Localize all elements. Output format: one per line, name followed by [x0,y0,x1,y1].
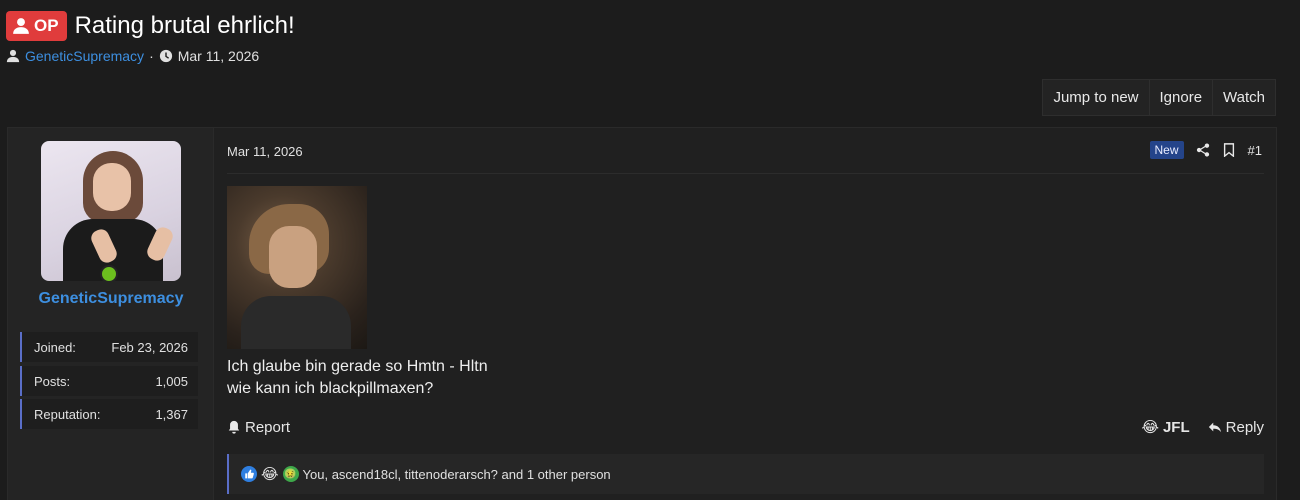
reply-label: Reply [1225,418,1264,436]
stat-reputation: Reputation: 1,367 [20,399,198,429]
post-text-line: wie kann ich blackpillmaxen? [227,380,434,397]
jfl-reaction-button[interactable]: 😂 JFL [1141,418,1190,437]
thread-author-link[interactable]: GeneticSupremacy [25,48,144,64]
reactions-bar[interactable]: 😂 🤢 You, ascend18cl, tittenoderarsch? an… [227,454,1264,494]
share-icon[interactable] [1196,143,1210,157]
post-date[interactable]: Mar 11, 2026 [227,144,303,159]
online-status-indicator [100,265,118,283]
user-icon [6,49,20,63]
stat-value: Feb 23, 2026 [111,339,188,355]
user-icon [13,18,29,34]
clock-icon [159,49,172,63]
thread-actions: Jump to new Ignore Watch [1042,79,1276,116]
reply-button[interactable]: Reply [1208,419,1264,436]
op-badge-label: OP [34,16,59,35]
page-title: Rating brutal ehrlich! [74,12,295,39]
post-divider [227,173,1264,174]
post-footer: Report 😂 JFL Reply [227,418,1264,436]
meta-separator: · [149,48,154,64]
jfl-label: JFL [1162,418,1190,436]
bookmark-icon[interactable] [1222,143,1236,157]
laughing-emoji-icon: 😂 [261,466,279,483]
post-content: Mar 11, 2026 New #1 Ich glaube bin gerad… [215,128,1276,500]
thread-meta: GeneticSupremacy · Mar 11, 2026 [6,48,259,64]
like-reaction-icon [241,466,257,482]
jump-to-new-button[interactable]: Jump to new [1043,80,1148,115]
post-user-column: GeneticSupremacy Joined: Feb 23, 2026 Po… [8,128,214,500]
post-image[interactable] [227,186,367,349]
report-button[interactable]: Report [227,419,290,436]
thread-date[interactable]: Mar 11, 2026 [178,48,259,64]
stat-value: 1,005 [155,373,188,389]
avatar[interactable] [41,141,181,281]
post-body: Ich glaube bin gerade so Hmtn - Hltn wie… [227,356,488,400]
report-label: Report [245,418,291,436]
post-tools: New #1 [1149,141,1262,159]
stat-joined: Joined: Feb 23, 2026 [20,332,198,362]
thread-header: OP Rating brutal ehrlich! [6,11,295,41]
new-badge: New [1149,141,1184,159]
ignore-button[interactable]: Ignore [1148,80,1213,115]
sick-emoji-icon: 🤢 [282,466,299,482]
op-badge: OP [6,11,67,41]
reactions-text[interactable]: You, ascend18cl, tittenoderarsch? and 1 … [303,467,611,482]
stat-value: 1,367 [155,406,188,422]
reply-icon [1208,422,1221,433]
watch-button[interactable]: Watch [1212,80,1275,115]
stat-label: Reputation: [34,406,101,422]
post-username[interactable]: GeneticSupremacy [8,290,214,308]
bell-icon [228,420,240,434]
post: GeneticSupremacy Joined: Feb 23, 2026 Po… [7,127,1277,500]
post-number[interactable]: #1 [1248,143,1262,158]
stat-label: Posts: [34,373,71,389]
laughing-emoji-icon: 😂 [1141,419,1159,436]
stat-label: Joined: [34,339,76,355]
stat-posts: Posts: 1,005 [20,366,198,396]
post-text-line: Ich glaube bin gerade so Hmtn - Hltn [227,358,488,375]
